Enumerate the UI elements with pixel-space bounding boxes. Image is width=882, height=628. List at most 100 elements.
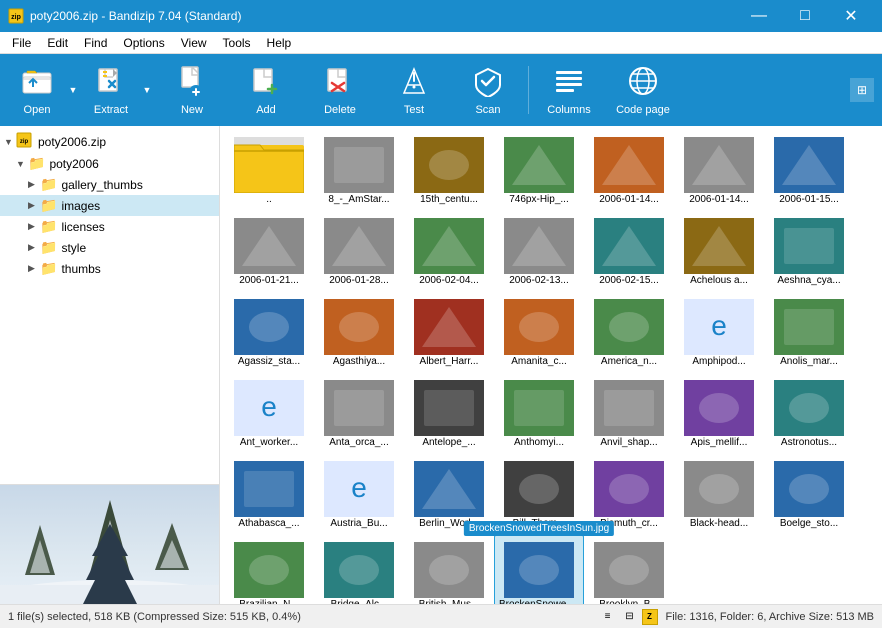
file-item[interactable]: 2006-01-28... (314, 211, 404, 292)
file-thumbnail (324, 380, 394, 436)
file-name: Astronotus... (769, 436, 849, 449)
columns-label: Columns (547, 104, 590, 116)
file-area[interactable]: ..8_-_AmStar...15th_centu...746px-Hip_..… (220, 126, 882, 604)
tree-label: style (61, 241, 86, 255)
tree-item-zip[interactable]: ▼ zip poty2006.zip (0, 130, 219, 153)
file-item[interactable]: Bismuth_cr... (584, 454, 674, 535)
file-item[interactable]: Brooklyn_B... (584, 535, 674, 604)
tree-item-gallery[interactable]: ▶ 📁 gallery_thumbs (0, 174, 219, 195)
file-item[interactable]: 746px-Hip_... (494, 130, 584, 211)
file-item[interactable]: Agasthiya... (314, 292, 404, 373)
file-item[interactable]: Aeshna_cya... (764, 211, 854, 292)
file-item[interactable]: Brazilian_N... (224, 535, 314, 604)
file-item[interactable]: eAustria_Bu... (314, 454, 404, 535)
file-name: Brazilian_N... (229, 598, 309, 604)
file-item[interactable]: Achelous a... (674, 211, 764, 292)
menu-view[interactable]: View (173, 34, 215, 52)
scan-button[interactable]: Scan (452, 58, 524, 122)
menu-edit[interactable]: Edit (39, 34, 76, 52)
menu-options[interactable]: Options (115, 34, 172, 52)
file-item[interactable]: Agassiz_sta... (224, 292, 314, 373)
open-button[interactable]: Open (8, 58, 66, 122)
file-item[interactable]: 2006-01-14... (674, 130, 764, 211)
file-item[interactable]: Amanita_c... (494, 292, 584, 373)
menu-file[interactable]: File (4, 34, 39, 52)
tree-item-style[interactable]: ▶ 📁 style (0, 237, 219, 258)
tree-item-licenses[interactable]: ▶ 📁 licenses (0, 216, 219, 237)
tree-item-poty2006[interactable]: ▼ 📁 poty2006 (0, 153, 219, 174)
file-item[interactable]: 2006-02-13... (494, 211, 584, 292)
test-button[interactable]: Test (378, 58, 450, 122)
delete-label: Delete (324, 104, 356, 116)
file-name: Athabasca_... (229, 517, 309, 530)
tree-item-images[interactable]: ▶ 📁 images (0, 195, 219, 216)
list-view-button[interactable]: ≡ (598, 608, 618, 626)
tree-label: thumbs (61, 262, 100, 276)
file-item[interactable]: 8_-_AmStar... (314, 130, 404, 211)
add-button[interactable]: Add (230, 58, 302, 122)
file-item[interactable]: Anta_orca_... (314, 373, 404, 454)
menu-help[interactable]: Help (259, 34, 300, 52)
file-item[interactable]: 2006-01-15... (764, 130, 854, 211)
file-item[interactable]: Anolis_mar... (764, 292, 854, 373)
main-content: ▼ zip poty2006.zip ▼ 📁 poty2006 ▶ 📁 gall… (0, 126, 882, 604)
extract-button[interactable]: Extract (82, 58, 140, 122)
status-right: File: 1316, Folder: 6, Archive Size: 513… (666, 611, 875, 623)
minimize-button[interactable]: — (736, 0, 782, 32)
view-icons: ≡ ⊟ Z (598, 608, 658, 626)
file-thumbnail (594, 218, 664, 274)
file-thumbnail (684, 380, 754, 436)
menu-tools[interactable]: Tools (215, 34, 259, 52)
file-item[interactable]: eAnt_worker... (224, 373, 314, 454)
tree-item-thumbs[interactable]: ▶ 📁 thumbs (0, 258, 219, 279)
new-button[interactable]: New (156, 58, 228, 122)
file-thumbnail: e (324, 461, 394, 517)
file-item[interactable]: America_n... (584, 292, 674, 373)
file-name: Anvil_shap... (589, 436, 669, 449)
file-name: Berlin_Worl... (409, 517, 489, 530)
file-item[interactable]: BrockenSnowedTreesInSun.jpgBrockenSnowed… (494, 535, 584, 604)
preview-svg (0, 485, 220, 604)
file-name: Aeshna_cya... (769, 274, 849, 287)
delete-button[interactable]: Delete (304, 58, 376, 122)
file-item[interactable]: 2006-02-15... (584, 211, 674, 292)
file-item[interactable]: Athabasca_... (224, 454, 314, 535)
file-item[interactable]: 2006-01-14... (584, 130, 674, 211)
close-button[interactable]: ✕ (828, 0, 874, 32)
file-item[interactable]: Anvil_shap... (584, 373, 674, 454)
svg-text:zip: zip (20, 139, 29, 145)
preview-pane (0, 484, 220, 604)
file-item[interactable]: British_Mus... (404, 535, 494, 604)
file-item[interactable]: 2006-01-21... (224, 211, 314, 292)
columns-button[interactable]: Columns (533, 58, 605, 122)
file-item[interactable]: Apis_mellif... (674, 373, 764, 454)
maximize-button[interactable]: □ (782, 0, 828, 32)
add-label: Add (256, 104, 276, 116)
file-item[interactable]: eAmphipod... (674, 292, 764, 373)
file-item[interactable]: Bridge_Alc... (314, 535, 404, 604)
details-view-button[interactable]: ⊟ (620, 608, 640, 626)
new-label: New (181, 104, 203, 116)
toolbar-divider (528, 66, 529, 114)
grid-view-button[interactable]: ⊞ (850, 78, 874, 102)
file-item[interactable]: 15th_centu... (404, 130, 494, 211)
file-item[interactable]: 2006-02-04... (404, 211, 494, 292)
file-item[interactable]: Astronotus... (764, 373, 854, 454)
file-item[interactable]: Boelge_sto... (764, 454, 854, 535)
extract-arrow[interactable]: ▼ (140, 58, 154, 122)
file-item[interactable]: Anthomyi... (494, 373, 584, 454)
app-icon: zip (8, 8, 24, 24)
codepage-button[interactable]: Code page (607, 58, 679, 122)
file-item[interactable]: Antelope_... (404, 373, 494, 454)
folder-icon: 📁 (40, 239, 57, 256)
file-item[interactable]: Albert_Harr... (404, 292, 494, 373)
new-icon (176, 65, 208, 102)
open-arrow[interactable]: ▼ (66, 58, 80, 122)
file-item[interactable]: Berlin_Worl... (404, 454, 494, 535)
file-item[interactable]: Black-head... (674, 454, 764, 535)
menu-find[interactable]: Find (76, 34, 115, 52)
file-item[interactable]: Bill_Thom... (494, 454, 584, 535)
file-thumbnail (774, 218, 844, 274)
toolbar: Open ▼ Extract ▼ (0, 54, 882, 126)
file-item[interactable]: .. (224, 130, 314, 211)
